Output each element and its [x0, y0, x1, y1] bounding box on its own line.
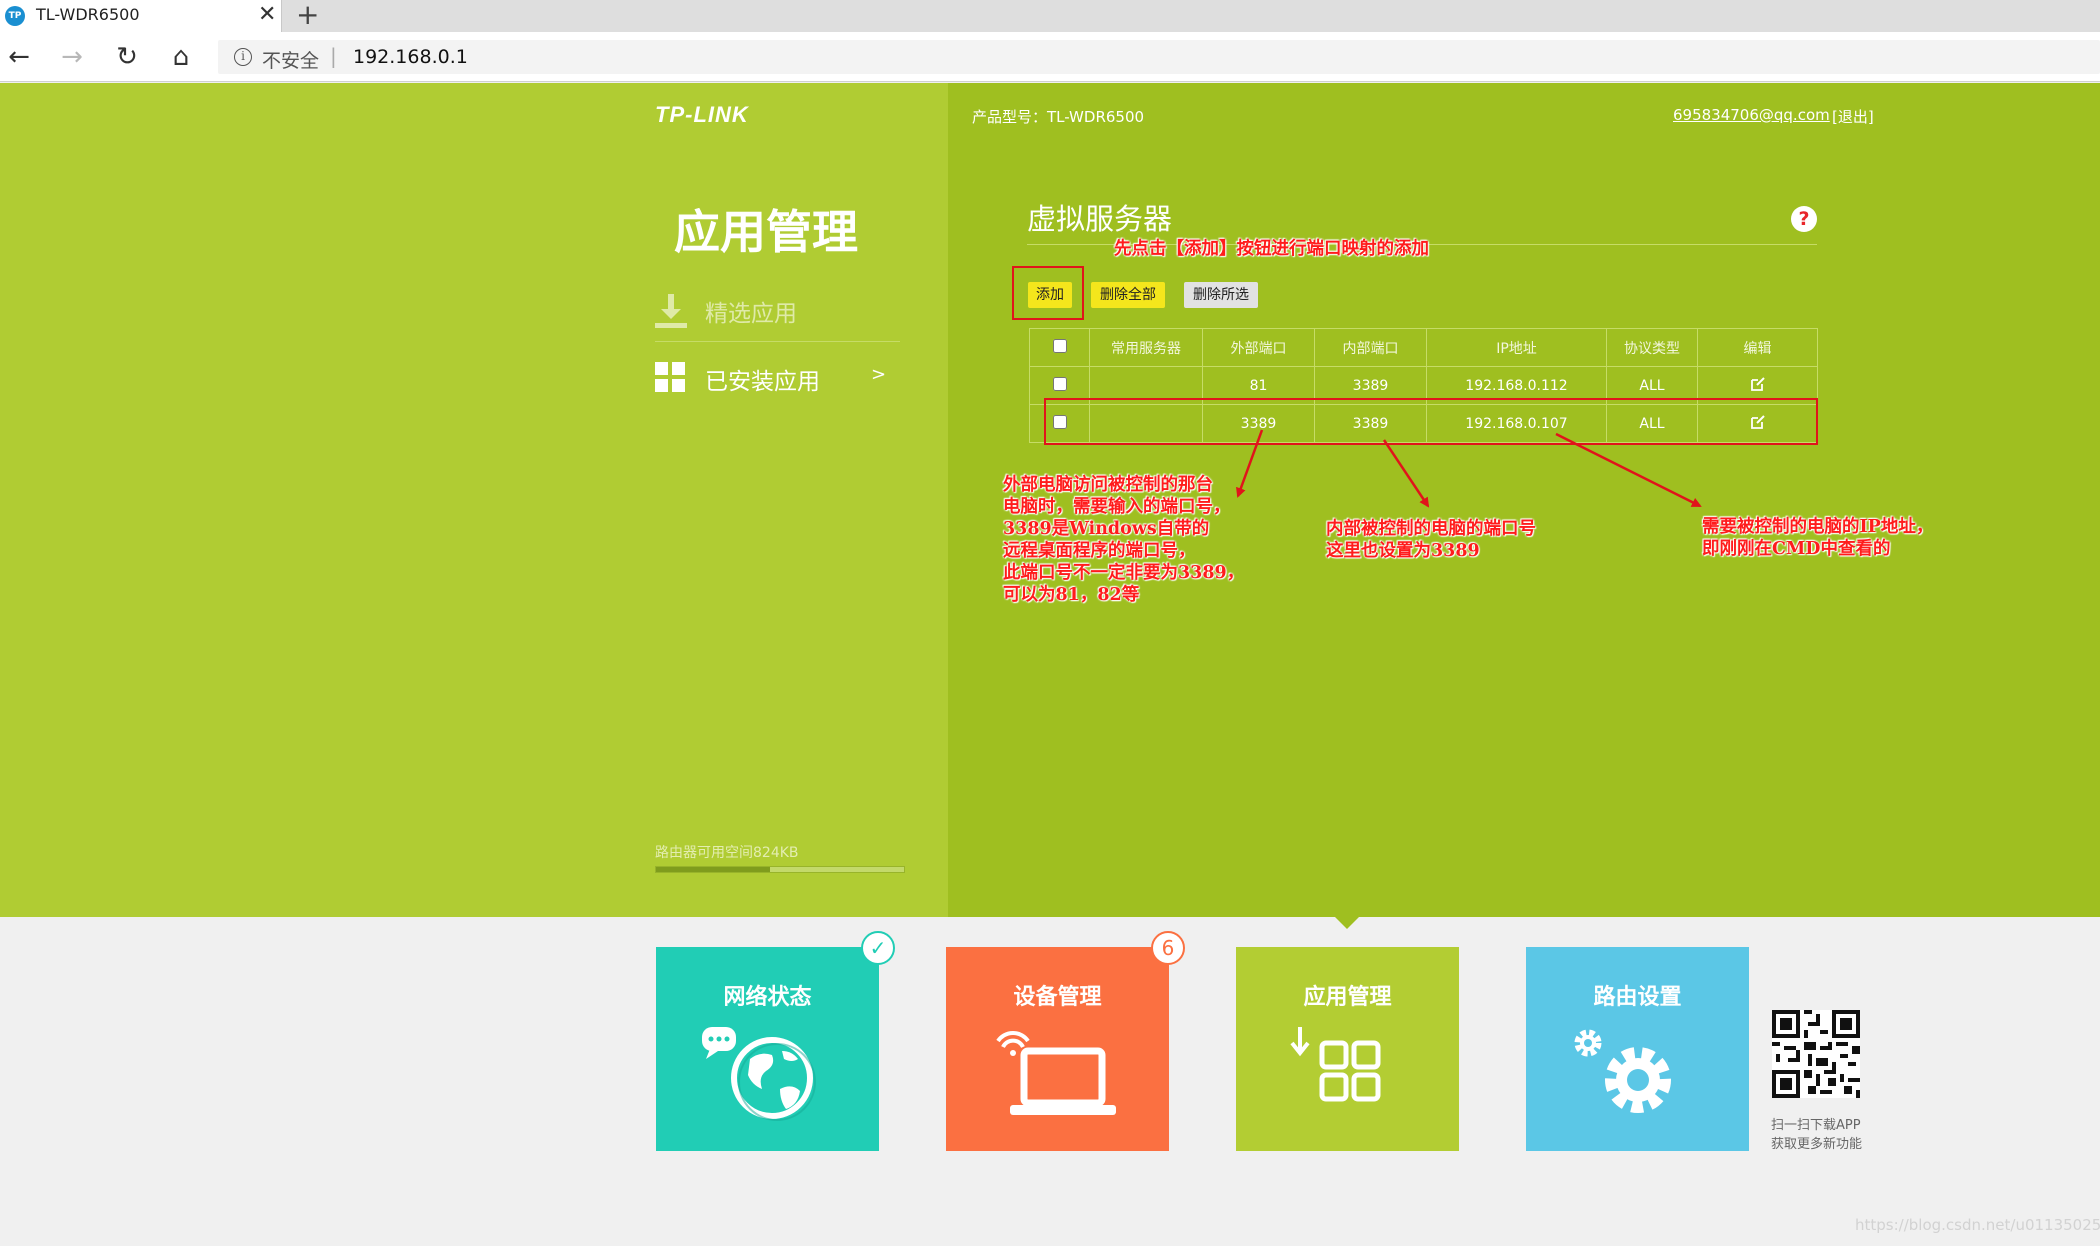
browser-toolbar: ← → ↻ ⌂ i 不安全 | 192.168.0.1 [0, 32, 2100, 82]
sidebar-item-installed-apps[interactable]: 已安装应用 > [655, 358, 900, 404]
tab-close-icon[interactable]: ✕ [258, 3, 276, 27]
device-count-badge: 6 [1151, 931, 1185, 965]
select-all-cell [1029, 328, 1090, 367]
ip-address-annotation: 需要被控制的电脑的IP地址， 即刚刚在CMD中查看的 [1702, 517, 1934, 559]
tp-link-logo: TP-LINK [655, 102, 749, 127]
select-all-checkbox[interactable] [1052, 338, 1067, 353]
check-badge-icon: ✓ [861, 931, 895, 965]
reload-icon[interactable]: ↻ [110, 40, 144, 74]
watermark-text: https://blog.csdn.net/u011350258 [1855, 1216, 2100, 1234]
forward-arrow-icon[interactable]: → [55, 40, 89, 74]
home-icon[interactable]: ⌂ [164, 40, 198, 74]
table-header-row: 常用服务器 外部端口 内部端口 IP地址 协议类型 编辑 [1029, 328, 1818, 367]
sidebar-item-label: 已安装应用 [705, 369, 820, 395]
qr-caption: 扫一扫下载APP [1771, 1118, 1861, 1133]
add-button-highlight [1012, 266, 1084, 320]
product-model: 产品型号：TL-WDR6500 [972, 108, 1145, 126]
chevron-right-icon: > [871, 364, 887, 385]
storage-progress-bar [655, 866, 905, 873]
gears-icon [1574, 1029, 1671, 1113]
security-status-label: 不安全 [262, 50, 320, 72]
info-icon[interactable]: i [234, 48, 252, 66]
address-bar[interactable]: i 不安全 | 192.168.0.1 [218, 40, 2100, 74]
url-text[interactable]: 192.168.0.1 [353, 46, 468, 68]
edit-icon[interactable] [1750, 376, 1766, 392]
page-title: 虚拟服务器 [1027, 202, 1173, 236]
add-hint-annotation: 先点击【添加】按钮进行端口映射的添加 [1114, 239, 1429, 259]
active-tile-pointer [1335, 917, 1359, 929]
app-grid-icon [1290, 1027, 1381, 1102]
qr-caption: 获取更多新功能 [1771, 1137, 1863, 1152]
delete-selected-button[interactable]: 删除所选 [1184, 282, 1258, 308]
tile-network-status[interactable]: 网络状态 ✓ [656, 931, 895, 1151]
column-header: IP地址 [1426, 328, 1607, 367]
new-tab-button[interactable]: + [296, 0, 319, 30]
tile-device-management[interactable]: 设备管理 6 [946, 931, 1185, 1151]
column-header: 内部端口 [1314, 328, 1427, 367]
column-header: 常用服务器 [1089, 328, 1203, 367]
column-header: 协议类型 [1606, 328, 1698, 367]
sidebar-item-featured-apps[interactable]: 精选应用 [655, 290, 900, 342]
tile-router-settings[interactable]: 路由设置 [1526, 947, 1749, 1151]
storage-label: 路由器可用空间824KB [655, 845, 799, 861]
url-separator: | [330, 44, 337, 68]
delete-all-button[interactable]: 删除全部 [1091, 282, 1165, 308]
row-checkbox[interactable] [1052, 376, 1067, 391]
tab-title: TL-WDR6500 [36, 5, 140, 24]
storage-progress-fill [656, 867, 771, 872]
account-link[interactable]: 695834706@qq.com [1673, 106, 1830, 124]
browser-tab-strip: TP TL-WDR6500 ✕ + [0, 0, 2100, 32]
help-icon[interactable]: ? [1791, 206, 1817, 232]
logout-link[interactable]: [退出] [1832, 106, 1874, 127]
tile-app-management[interactable]: 应用管理 [1236, 947, 1459, 1151]
browser-tab[interactable]: TP TL-WDR6500 ✕ [0, 0, 282, 32]
column-header: 外部端口 [1202, 328, 1315, 367]
column-header: 编辑 [1697, 328, 1818, 367]
qr-code-image [1772, 1010, 1860, 1098]
sidebar-item-label: 精选应用 [705, 301, 797, 327]
section-title: 应用管理 [674, 205, 858, 259]
globe-chat-icon [702, 1027, 816, 1121]
laptop-wifi-icon [996, 1031, 1116, 1115]
back-arrow-icon[interactable]: ← [2, 40, 36, 74]
app-grid-icon [655, 362, 685, 392]
internal-port-annotation: 内部被控制的电脑的端口号 这里也设置为3389 [1326, 519, 1536, 561]
tp-link-favicon-icon: TP [5, 6, 25, 26]
download-icon [655, 294, 687, 328]
row-highlight [1044, 398, 1818, 445]
external-port-annotation: 外部电脑访问被控制的那台 电脑时，需要输入的端口号， 3389是Windows自… [1003, 475, 1245, 605]
